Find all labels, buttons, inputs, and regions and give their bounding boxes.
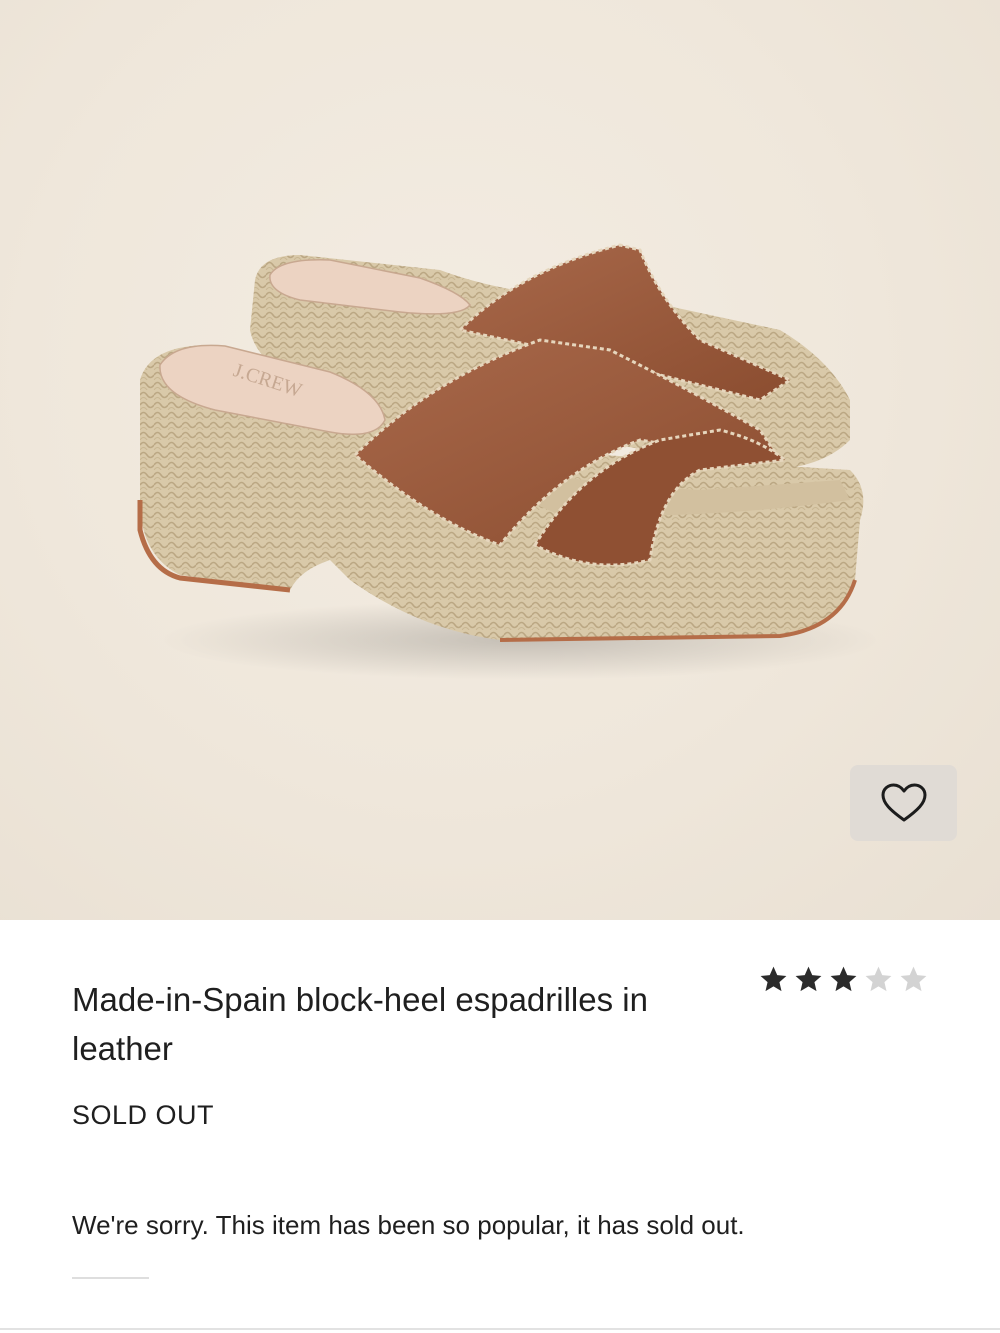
product-rating[interactable] xyxy=(758,964,929,995)
bottom-divider xyxy=(0,1328,1000,1330)
heart-outline-icon xyxy=(881,783,926,822)
star-empty-icon xyxy=(900,966,927,992)
divider xyxy=(72,1277,149,1279)
star-filled-icon xyxy=(795,966,822,992)
star-empty-icon xyxy=(865,966,892,992)
star-filled-icon xyxy=(760,966,787,992)
product-image-panel[interactable]: J.CREW xyxy=(0,0,1000,920)
star-filled-icon xyxy=(830,966,857,992)
add-to-favorites-button[interactable] xyxy=(850,765,957,841)
sold-out-message: We're sorry. This item has been so popul… xyxy=(72,1210,745,1240)
product-title: Made-in-Spain block-heel espadrilles in … xyxy=(72,981,648,1067)
stock-status: SOLD OUT xyxy=(72,1100,215,1130)
product-info-panel: Made-in-Spain block-heel espadrilles in … xyxy=(0,920,1000,1333)
